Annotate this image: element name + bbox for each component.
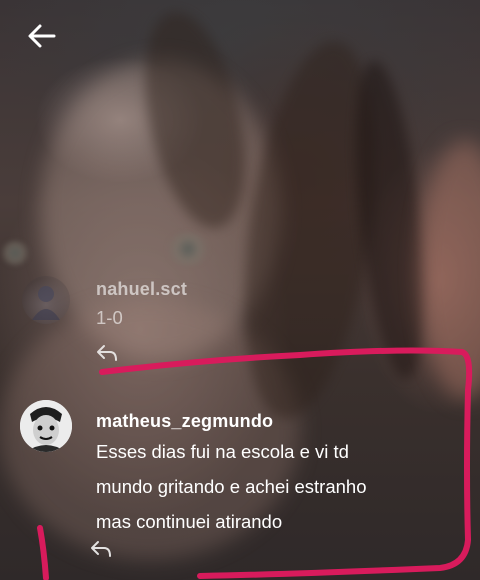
back-button[interactable] xyxy=(26,22,58,50)
reply-button[interactable] xyxy=(96,344,118,362)
comment-item: nahuel.sct 1-0 xyxy=(20,272,460,372)
comment-username[interactable]: matheus_zegmundo xyxy=(96,410,456,432)
reply-arrow-icon xyxy=(91,541,111,557)
comments-screen: nahuel.sct 1-0 matheus_zegmundo Esses di… xyxy=(0,0,480,580)
eye-shading xyxy=(0,240,30,266)
arrow-left-icon xyxy=(28,24,56,48)
comment-username[interactable]: nahuel.sct xyxy=(96,278,456,300)
comment-text: Esses dias fui na escola e vi td mundo g… xyxy=(96,441,367,532)
user-avatar-icon xyxy=(20,400,72,452)
user-avatar-icon xyxy=(32,286,60,320)
reply-arrow-icon xyxy=(97,345,117,361)
comment-text: 1-0 xyxy=(96,307,123,328)
reply-button[interactable] xyxy=(90,540,112,558)
eye-shading xyxy=(165,232,211,266)
avatar[interactable] xyxy=(22,276,70,324)
comment-item: matheus_zegmundo Esses dias fui na escol… xyxy=(20,400,460,570)
avatar[interactable] xyxy=(20,400,72,452)
